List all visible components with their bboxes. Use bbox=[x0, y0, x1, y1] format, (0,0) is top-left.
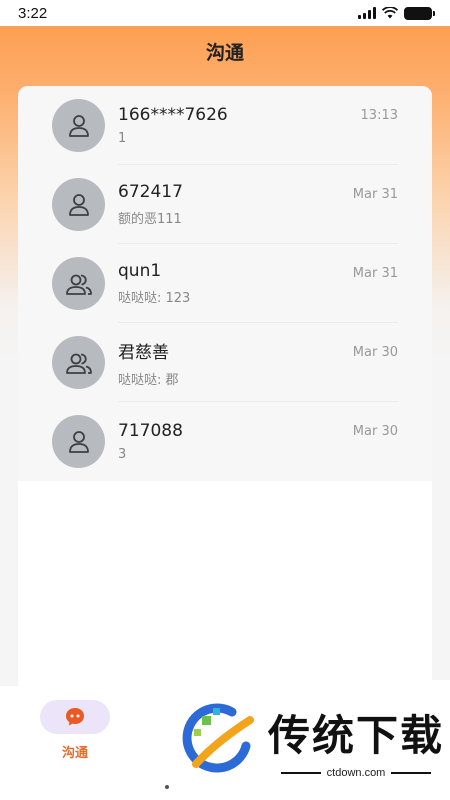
home-indicator bbox=[165, 785, 169, 789]
page-title: 沟通 bbox=[205, 41, 244, 64]
conversation-preview: 1 bbox=[118, 131, 127, 146]
conversation-preview: 哒哒哒: 123 bbox=[118, 291, 191, 306]
tab-chat-label: 沟通 bbox=[61, 746, 88, 761]
chat-bubble-icon bbox=[66, 708, 84, 726]
status-time: 3:22 bbox=[18, 4, 48, 22]
status-bar: 3:22 bbox=[0, 0, 450, 26]
ctdown-logo-icon bbox=[182, 703, 254, 773]
conversation-preview: 哒哒哒: 郡 bbox=[118, 372, 179, 388]
conversation-card: 166****7626 1 13:13 672417 额的恶111 Mar 31 bbox=[18, 86, 432, 706]
person-icon bbox=[68, 430, 89, 453]
avatar bbox=[52, 415, 105, 468]
avatar bbox=[52, 257, 105, 310]
watermark-title: 传统下载 bbox=[268, 710, 445, 760]
wifi-icon bbox=[382, 7, 398, 19]
conversation-row[interactable]: 717088 3 Mar 30 bbox=[18, 402, 432, 481]
conversation-preview: 额的恶111 bbox=[118, 212, 182, 227]
group-icon bbox=[65, 353, 92, 374]
group-icon bbox=[65, 274, 92, 295]
conversation-time: Mar 30 bbox=[352, 345, 398, 360]
person-icon bbox=[68, 114, 89, 137]
status-icons bbox=[358, 6, 435, 20]
conversation-row[interactable]: 672417 额的恶111 Mar 31 bbox=[18, 165, 432, 244]
conversation-time: Mar 30 bbox=[352, 424, 398, 439]
signal-icon bbox=[358, 7, 376, 19]
avatar bbox=[52, 99, 105, 152]
tab-chat[interactable]: 沟通 bbox=[40, 700, 110, 761]
conversation-time: 13:13 bbox=[360, 108, 398, 123]
tab-chat-pill bbox=[40, 700, 110, 734]
avatar bbox=[52, 336, 105, 389]
conversation-list: 166****7626 1 13:13 672417 额的恶111 Mar 31 bbox=[18, 86, 432, 481]
conversation-preview: 3 bbox=[118, 447, 127, 462]
watermark-logo: 传统下载 ctdown.com bbox=[170, 680, 450, 800]
conversation-row[interactable]: 君慈善 哒哒哒: 郡 Mar 30 bbox=[18, 323, 432, 402]
person-icon bbox=[68, 193, 89, 216]
conversation-row[interactable]: 166****7626 1 13:13 bbox=[18, 86, 432, 165]
conversation-row[interactable]: qun1 哒哒哒: 123 Mar 31 bbox=[18, 244, 432, 323]
watermark-url: ctdown.com bbox=[326, 766, 386, 779]
battery-icon bbox=[404, 6, 435, 20]
conversation-time: Mar 31 bbox=[352, 187, 398, 202]
page-header: 沟通 bbox=[0, 26, 450, 76]
avatar bbox=[52, 178, 105, 231]
conversation-time: Mar 31 bbox=[352, 266, 398, 281]
